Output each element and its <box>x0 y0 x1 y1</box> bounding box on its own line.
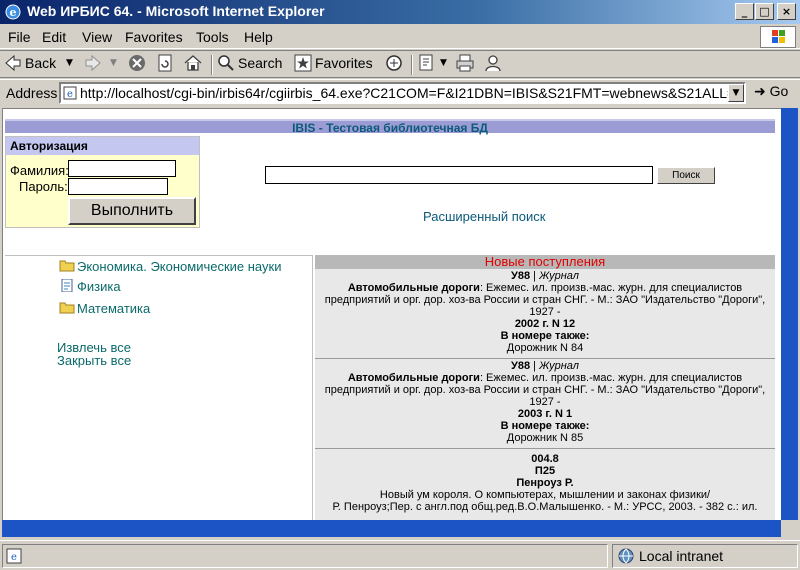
ie-window: e Web ИРБИС 64. - Microsoft Internet Exp… <box>0 0 800 570</box>
password-input[interactable] <box>68 178 168 195</box>
menu-bar: File Edit View Favorites Tools Help <box>0 25 800 49</box>
refresh-button[interactable] <box>156 54 174 76</box>
user-icon <box>485 55 501 72</box>
minimize-button[interactable]: _ <box>735 3 754 20</box>
maximize-button[interactable]: □ <box>755 3 774 20</box>
rubricator-tree: Экономика. Экономические науки Физика Ма… <box>5 255 313 520</box>
menu-file[interactable]: File <box>8 29 31 45</box>
back-button[interactable]: Back <box>4 54 56 76</box>
tree-node-economics[interactable]: Экономика. Экономические науки <box>59 259 281 274</box>
toolbar-separator <box>211 55 213 75</box>
menu-favorites[interactable]: Favorites <box>125 29 183 45</box>
search-submit-button[interactable]: Поиск <box>657 167 715 184</box>
address-input[interactable]: e http://localhost/cgi-bin/irbis64r/cgii… <box>59 82 746 104</box>
horizontal-scrollbar[interactable] <box>2 520 781 537</box>
stop-icon <box>129 55 145 72</box>
surname-input[interactable] <box>68 160 176 177</box>
status-bar: e Local intranet <box>0 540 800 570</box>
forward-button[interactable] <box>84 54 102 76</box>
svg-text:e: e <box>10 6 17 19</box>
search-input[interactable] <box>265 166 653 184</box>
address-label: Address <box>6 85 58 101</box>
menu-tools[interactable]: Tools <box>196 29 229 45</box>
go-arrow-icon: ➜ <box>754 83 766 99</box>
document-icon <box>61 279 73 292</box>
login-submit-button[interactable]: Выполнить <box>68 197 196 225</box>
page-icon: e <box>63 86 77 100</box>
forward-dropdown-icon[interactable]: ▼ <box>110 58 117 68</box>
windows-logo-icon <box>760 26 796 48</box>
messenger-button[interactable] <box>484 54 502 76</box>
back-dropdown-icon[interactable]: ▼ <box>66 58 73 68</box>
favorites-star-icon <box>294 54 312 72</box>
scrollbar-thumb[interactable] <box>781 108 798 520</box>
surname-label: Фамилия: <box>10 163 69 178</box>
menu-help[interactable]: Help <box>244 29 273 45</box>
home-button[interactable] <box>184 54 202 76</box>
media-button[interactable] <box>385 54 403 76</box>
ie-logo-icon: e <box>5 4 21 20</box>
tree-node-mathematics[interactable]: Математика <box>59 301 150 316</box>
address-dropdown-icon[interactable]: ▼ <box>728 84 744 102</box>
security-zone-cell: Local intranet <box>612 544 798 568</box>
history-icon <box>419 54 433 71</box>
favorites-button[interactable]: Favorites <box>294 54 373 76</box>
svg-text:e: e <box>11 552 17 563</box>
media-icon <box>386 55 402 72</box>
auth-title: Авторизация <box>6 137 199 155</box>
search-button[interactable]: Search <box>217 54 282 76</box>
scrollbar-corner <box>781 520 798 537</box>
go-button[interactable]: ➜ Go <box>754 83 788 100</box>
window-title: Web ИРБИС 64. - Microsoft Internet Explo… <box>27 3 325 19</box>
page-done-icon: e <box>6 548 22 564</box>
tree-node-physics[interactable]: Физика <box>59 279 121 294</box>
printer-icon <box>456 54 474 72</box>
address-url: http://localhost/cgi-bin/irbis64r/cgiirb… <box>80 85 744 101</box>
forward-arrow-icon <box>85 55 101 72</box>
list-item: 004.8 П25 Пенроуз Р. Новый ум короля. О … <box>332 453 758 513</box>
vertical-scrollbar[interactable] <box>781 108 798 520</box>
status-text-cell: e <box>2 544 608 568</box>
new-arrivals-panel: Новые поступления У88 | Журнал Автомобил… <box>315 255 775 520</box>
history-button[interactable] <box>418 54 436 76</box>
password-label: Пароль: <box>19 179 68 194</box>
svg-text:e: e <box>67 89 73 100</box>
menu-view[interactable]: View <box>82 29 112 45</box>
record-article-link[interactable]: Дорожник N 85 <box>317 432 773 444</box>
home-icon <box>184 55 202 71</box>
collapse-all-link[interactable]: Закрыть все <box>57 353 131 368</box>
back-arrow-icon <box>5 55 21 72</box>
list-item: У88 | Журнал Автомобильные дороги: Ежеме… <box>315 269 775 359</box>
print-button[interactable] <box>456 54 474 76</box>
close-button[interactable]: × <box>777 3 796 20</box>
list-item: У88 | Журнал Автомобильные дороги: Ежеме… <box>315 359 775 449</box>
menu-edit[interactable]: Edit <box>42 29 66 45</box>
page-title: IBIS - Тестовая библиотечная БД <box>5 119 775 135</box>
refresh-icon <box>158 54 172 72</box>
folder-icon <box>59 260 75 272</box>
advanced-search-link[interactable]: Расширенный поиск <box>423 209 545 224</box>
page-viewport: IBIS - Тестовая библиотечная БД Авториза… <box>2 108 781 520</box>
auth-panel: Авторизация Фамилия: Пароль: Выполнить <box>5 136 200 228</box>
title-bar: e Web ИРБИС 64. - Microsoft Internet Exp… <box>0 0 800 24</box>
standard-toolbar: Back ▼ ▼ Search Favorites ▼ <box>0 50 800 78</box>
new-arrivals-title: Новые поступления <box>315 255 775 269</box>
zone-label: Local intranet <box>639 548 724 564</box>
history-dropdown-icon[interactable]: ▼ <box>440 58 447 68</box>
intranet-zone-icon <box>618 548 634 564</box>
record-article-link[interactable]: Дорожник N 84 <box>317 342 773 354</box>
toolbar-separator <box>411 55 413 75</box>
search-icon <box>218 55 234 72</box>
stop-button[interactable] <box>128 54 146 76</box>
address-bar: Address e http://localhost/cgi-bin/irbis… <box>0 79 800 106</box>
folder-icon <box>59 302 75 314</box>
